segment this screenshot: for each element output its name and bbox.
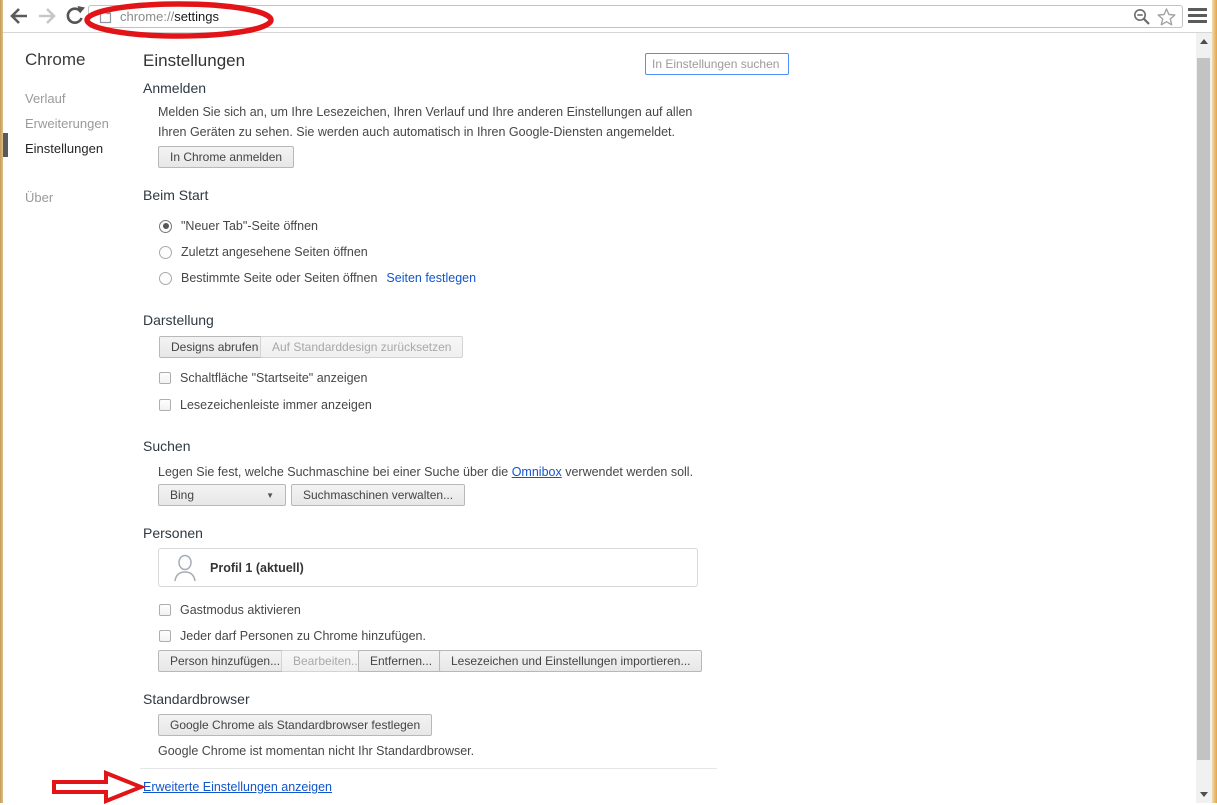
reset-theme-button[interactable]: Auf Standarddesign zurücksetzen — [260, 336, 463, 358]
url-page: settings — [174, 9, 219, 24]
get-themes-button[interactable]: Designs abrufen — [159, 336, 270, 358]
settings-search-input[interactable] — [645, 53, 789, 75]
suchen-description: Legen Sie fest, welche Suchmaschine bei … — [158, 462, 758, 482]
show-home-button-option[interactable]: Schaltfläche "Startseite" anzeigen — [159, 371, 367, 385]
startup-option-continue[interactable]: Zuletzt angesehene Seiten öffnen — [159, 245, 368, 259]
url-scheme: chrome:// — [120, 9, 174, 24]
radio-checked-icon[interactable] — [159, 220, 172, 233]
back-icon[interactable] — [8, 5, 30, 27]
checkbox-icon[interactable] — [159, 604, 171, 616]
menu-icon[interactable] — [1188, 8, 1207, 24]
startup-option-newtab[interactable]: "Neuer Tab"-Seite öffnen — [159, 219, 318, 233]
startup-option-pages[interactable]: Bestimmte Seite oder Seiten öffnen Seite… — [159, 271, 476, 285]
checkbox-icon[interactable] — [159, 630, 171, 642]
sign-in-button[interactable]: In Chrome anmelden — [158, 146, 294, 168]
seiten-festlegen-link[interactable]: Seiten festlegen — [386, 271, 476, 285]
reload-icon[interactable] — [64, 5, 86, 27]
section-beim-start-title: Beim Start — [143, 187, 208, 203]
forward-icon[interactable] — [36, 5, 58, 27]
bookmark-star-icon[interactable] — [1157, 8, 1176, 26]
radio-icon[interactable] — [159, 272, 172, 285]
section-anmelden-title: Anmelden — [143, 80, 206, 96]
sidebar-title: Chrome — [25, 50, 85, 70]
show-bookmarks-bar-option[interactable]: Lesezeichenleiste immer anzeigen — [159, 398, 372, 412]
sidebar-item-erweiterungen[interactable]: Erweiterungen — [25, 116, 109, 131]
zoom-out-icon[interactable] — [1133, 8, 1151, 26]
sidebar-item-einstellungen[interactable]: Einstellungen — [25, 141, 103, 156]
make-default-browser-button[interactable]: Google Chrome als Standardbrowser festle… — [158, 714, 432, 736]
annotation-arrow-advanced-settings — [50, 769, 145, 805]
vertical-scrollbar[interactable] — [1196, 33, 1212, 803]
show-advanced-settings-link[interactable]: Erweiterte Einstellungen anzeigen — [143, 780, 332, 794]
profile-name: Profil 1 (aktuell) — [210, 561, 304, 575]
sidebar-item-verlauf[interactable]: Verlauf — [25, 91, 65, 106]
section-standardbrowser-title: Standardbrowser — [143, 691, 250, 707]
page-icon — [99, 9, 112, 24]
profile-row[interactable]: Profil 1 (aktuell) — [158, 548, 698, 587]
section-personen-title: Personen — [143, 525, 203, 541]
omnibox-link[interactable]: Omnibox — [512, 465, 562, 479]
right-edge-strip — [1212, 0, 1217, 803]
chevron-down-icon: ▼ — [266, 491, 274, 500]
radio-icon[interactable] — [159, 246, 172, 259]
manage-search-engines-button[interactable]: Suchmaschinen verwalten... — [291, 484, 465, 506]
left-edge-strip — [0, 0, 3, 803]
url-text: chrome://settings — [120, 9, 219, 24]
browser-toolbar: chrome://settings — [0, 0, 1217, 33]
checkbox-icon[interactable] — [159, 372, 171, 384]
checkbox-icon[interactable] — [159, 399, 171, 411]
section-darstellung-title: Darstellung — [143, 312, 214, 328]
anyone-add-person-option[interactable]: Jeder darf Personen zu Chrome hinzufügen… — [159, 629, 426, 643]
url-bar[interactable]: chrome://settings — [88, 5, 1183, 28]
default-browser-status: Google Chrome ist momentan nicht Ihr Sta… — [158, 741, 474, 761]
add-person-button[interactable]: Person hinzufügen... — [158, 650, 292, 672]
remove-person-button[interactable]: Entfernen... — [358, 650, 444, 672]
section-suchen-title: Suchen — [143, 438, 190, 454]
scroll-up-icon[interactable] — [1196, 33, 1212, 50]
scrollbar-thumb[interactable] — [1197, 58, 1210, 760]
import-bookmarks-button[interactable]: Lesezeichen und Einstellungen importiere… — [439, 650, 702, 672]
scroll-down-icon[interactable] — [1196, 786, 1212, 803]
footer-divider — [140, 768, 717, 769]
sidebar-item-ueber[interactable]: Über — [25, 190, 53, 205]
page-title: Einstellungen — [143, 51, 245, 71]
search-engine-dropdown[interactable]: Bing ▼ — [158, 484, 286, 506]
profile-avatar-icon — [173, 554, 197, 582]
guest-mode-option[interactable]: Gastmodus aktivieren — [159, 603, 301, 617]
